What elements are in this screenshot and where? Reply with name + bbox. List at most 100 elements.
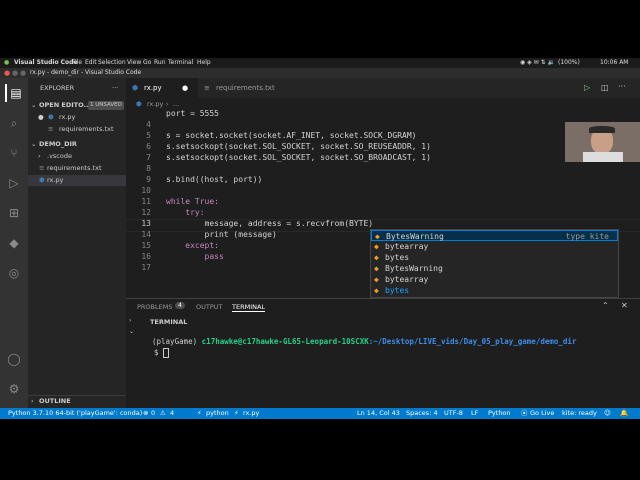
python-interpreter[interactable]: Python 3.7.10 64-bit ('playGame': conda) [8, 408, 142, 419]
suggestion-item[interactable]: ◆ bytes [371, 252, 618, 263]
code-line[interactable]: port = 5555 [166, 109, 219, 118]
tray-icons[interactable]: ◉ ◈ ✉ ⇅ 🔉 [520, 59, 555, 66]
tab-problems[interactable]: PROBLEMS [137, 303, 172, 311]
chevron-down-icon[interactable]: ⌄ [129, 328, 134, 335]
code-line[interactable]: while True: [166, 197, 219, 206]
menu-file[interactable]: File [72, 59, 82, 66]
explorer-icon[interactable]: ▤ [5, 84, 25, 102]
menu-edit[interactable]: Edit [85, 59, 97, 66]
suggestion-item[interactable]: ◆ bytearray [371, 241, 618, 252]
dirty-dot-icon[interactable]: ● [182, 78, 188, 98]
activity-bar: ▤ ⌕ ⑂ ▷ ⊞ ◆ ◎ ◯ ⚙ [0, 78, 28, 408]
code-line[interactable]: s.bind((host, port)) [166, 175, 262, 184]
search-icon[interactable]: ⌕ [5, 114, 23, 132]
open-editor-item[interactable]: ● ⬢ rx.py [28, 112, 126, 123]
line-number: 10 [141, 186, 151, 195]
status-bar: Python 3.7.10 64-bit ('playGame': conda)… [0, 408, 640, 419]
tab-requirements[interactable]: ≡ requirements.txt [198, 78, 298, 98]
more-actions-icon[interactable]: ··· [112, 83, 124, 94]
menu-terminal[interactable]: Terminal [168, 59, 193, 66]
open-editors-label: OPEN EDITO... [39, 101, 91, 109]
chevron-up-icon[interactable]: ⌃ [602, 301, 609, 310]
tab-output[interactable]: OUTPUT [196, 303, 223, 311]
tree-item[interactable]: ≡ requirements.txt [28, 163, 126, 174]
kite-status[interactable]: kite: ready [562, 408, 597, 419]
open-editor-label: rx.py [59, 113, 76, 121]
remote-explorer-icon[interactable]: ◎ [5, 264, 23, 282]
suggestion-item[interactable]: ◆ bytearray [371, 274, 618, 285]
code-line[interactable]: pass [166, 252, 224, 261]
terminal-output[interactable]: (playGame) c17hawke@c17hawke-GL65-Leopar… [152, 337, 632, 346]
maximize-window-icon[interactable]: ● [20, 69, 26, 77]
error-icon[interactable]: ⊗ [143, 408, 148, 419]
extensions-icon[interactable]: ⊞ [5, 204, 23, 222]
account-status-icon[interactable]: ☺ [604, 408, 611, 419]
menu-view[interactable]: View [127, 59, 141, 66]
tree-item[interactable]: ⬢ rx.py [28, 175, 126, 186]
run-file-icon[interactable]: ▷ [584, 83, 590, 92]
person-cap [589, 126, 615, 133]
chevron-right-icon[interactable]: › [129, 317, 131, 324]
tab-terminal[interactable]: TERMINAL [232, 303, 266, 312]
language-mode[interactable]: Python [488, 408, 511, 419]
class-icon: ◆ [374, 264, 379, 273]
menu-go[interactable]: Go [143, 59, 151, 66]
code-line[interactable]: try: [166, 208, 204, 217]
dirty-dot-icon[interactable]: ● [38, 112, 44, 123]
gear-icon[interactable]: ⚙ [5, 380, 23, 398]
menu-run[interactable]: Run [154, 59, 166, 66]
suggestion-item[interactable]: ◆ bytes [371, 285, 618, 296]
tree-item-label: requirements.txt [47, 164, 102, 172]
warning-count[interactable]: 4 [170, 408, 174, 419]
run-debug-icon[interactable]: ▷ [5, 174, 23, 192]
warning-icon[interactable]: ⚠ [160, 408, 166, 419]
broadcast-icon[interactable]: ⦿ [521, 408, 528, 419]
minimize-window-icon[interactable]: ● [12, 69, 18, 77]
notifications-icon[interactable]: 🔔 [620, 408, 628, 419]
code-line[interactable]: s.setsockopt(socket.SOL_SOCKET, socket.S… [166, 153, 431, 162]
code-line[interactable]: s.setsockopt(socket.SOL_SOCKET, socket.S… [166, 142, 431, 151]
tab-label: requirements.txt [216, 84, 275, 92]
outline-header[interactable]: › OUTLINE [28, 395, 126, 407]
folder-header[interactable]: ⌄ DEMO_DIR [28, 139, 126, 150]
open-editors-header[interactable]: ⌄ OPEN EDITO... 1 UNSAVED [28, 100, 126, 111]
error-count[interactable]: 0 [151, 408, 155, 419]
python-status-label[interactable]: python [206, 408, 229, 419]
menu-selection[interactable]: Selection [98, 59, 126, 66]
text-file-icon: ≡ [39, 164, 45, 172]
file-status-icon[interactable]: ⚡ [234, 408, 239, 419]
person-shirt [583, 152, 623, 162]
file-status-label[interactable]: rx.py [243, 408, 259, 419]
cursor-position[interactable]: Ln 14, Col 43 [357, 408, 400, 419]
file-encoding[interactable]: UTF-8 [444, 408, 463, 419]
docker-icon[interactable]: ◆ [5, 234, 23, 252]
tree-item[interactable]: › .vscode [28, 151, 126, 162]
code-line[interactable]: except: [166, 241, 219, 250]
close-icon[interactable]: ✕ [621, 301, 628, 310]
go-live-button[interactable]: Go Live [530, 408, 554, 419]
code-line[interactable]: message, address = s.recvfrom(BYTE) [166, 219, 374, 228]
class-icon: ◆ [374, 275, 379, 284]
more-actions-icon[interactable]: ··· [618, 82, 626, 91]
split-editor-icon[interactable]: ◫ [601, 83, 609, 92]
python-status-icon[interactable]: ⚡ [197, 408, 202, 419]
battery-indicator[interactable]: (100%) [558, 59, 580, 66]
terminal-input-line[interactable]: $ [154, 348, 170, 358]
close-window-icon[interactable]: ● [4, 69, 10, 77]
menu-help[interactable]: Help [197, 59, 211, 66]
ubuntu-logo-icon[interactable]: ● [4, 59, 9, 66]
code-line[interactable]: s = socket.socket(socket.AF_INET, socket… [166, 131, 416, 140]
breadcrumb-file[interactable]: rx.py [147, 98, 163, 110]
code-line[interactable]: print (message) [166, 230, 277, 239]
tab-rx-py[interactable]: ⬢ rx.py ● [126, 78, 198, 98]
suggestion-item[interactable]: ◆ BytesWarning [371, 263, 618, 274]
account-icon[interactable]: ◯ [5, 350, 23, 368]
clock[interactable]: 10:06 AM [600, 59, 628, 66]
source-control-icon[interactable]: ⑂ [5, 144, 23, 162]
indent-setting[interactable]: Spaces: 4 [406, 408, 438, 419]
tab-label: rx.py [144, 84, 162, 92]
python-file-icon: ⬢ [39, 176, 45, 184]
end-of-line[interactable]: LF [471, 408, 478, 419]
open-editor-item[interactable]: ≡ requirements.txt [28, 124, 126, 135]
suggestion-item-selected[interactable]: ◆ BytesWarning type kite [371, 230, 618, 241]
